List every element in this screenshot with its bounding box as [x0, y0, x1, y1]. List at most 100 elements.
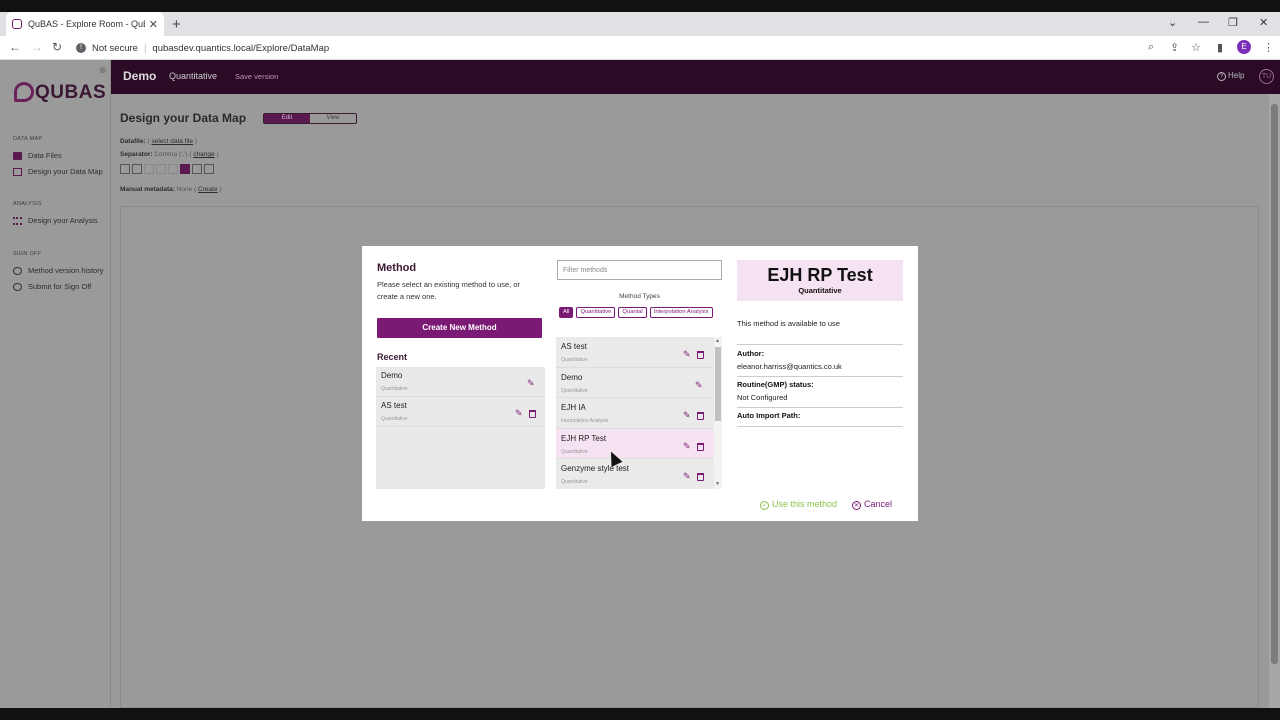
methods-scrollbar-thumb[interactable]: [715, 347, 721, 421]
browser-tab[interactable]: QuBAS - Explore Room - QuBAS ✕: [6, 12, 164, 36]
logo-mark-icon: [14, 82, 34, 102]
sidebar-item-submit-signoff[interactable]: Submit for Sign Off: [13, 282, 91, 291]
page-scrollbar-thumb[interactable]: [1271, 104, 1278, 664]
help-icon: ?: [1217, 72, 1226, 81]
method-name: Demo: [561, 372, 583, 382]
minimize-icon[interactable]: —: [1198, 16, 1209, 28]
list-item[interactable]: Demo Quantitative ✎: [376, 367, 545, 397]
browser-tab-title: QuBAS - Explore Room - QuBAS: [28, 19, 145, 29]
grid-icon[interactable]: [168, 164, 178, 174]
edit-pencil-icon[interactable]: ✎: [683, 410, 691, 421]
delete-trash-icon[interactable]: [697, 351, 704, 359]
method-name: EJH IA: [561, 403, 586, 412]
sidebar-item-design-data-map[interactable]: Design your Data Map: [13, 167, 103, 176]
detail-method-name: EJH RP Test: [767, 265, 873, 285]
edit-pencil-icon[interactable]: ✎: [683, 349, 691, 360]
side-panel-icon[interactable]: ▮: [1217, 41, 1223, 54]
datafile-paren-open: (: [147, 138, 150, 145]
select-data-file-link[interactable]: select data file: [151, 138, 193, 145]
routine-status-label: Routine(GMP) status:: [737, 380, 814, 389]
list-item[interactable]: Demo Quantitative ✎: [556, 367, 714, 398]
list-item[interactable]: AS test Quantitative ✎: [376, 397, 545, 427]
edit-pencil-icon[interactable]: ✎: [683, 471, 691, 482]
page-scrollbar[interactable]: [1269, 94, 1280, 708]
chip-all[interactable]: All: [559, 307, 574, 318]
method-name: Demo: [381, 371, 403, 380]
redo-icon[interactable]: [156, 164, 166, 174]
datafile-label: Datafile:: [120, 138, 146, 145]
image-icon[interactable]: [192, 164, 202, 174]
collapse-sidebar-icon[interactable]: ⊗: [99, 65, 107, 76]
method-types-label: Method Types: [619, 293, 660, 300]
zoom-out-icon[interactable]: [132, 164, 142, 174]
method-type: Quantitative: [561, 357, 588, 363]
edit-pencil-icon[interactable]: ✎: [515, 408, 523, 419]
author-value: eleanor.harriss@quantics.co.uk: [737, 362, 842, 371]
method-type-filters: All Quantitative Quantal Interpolation A…: [559, 307, 713, 318]
bookmark-star-icon[interactable]: ☆: [1191, 41, 1201, 54]
url-divider: |: [143, 42, 147, 54]
separator-label: Separator:: [120, 151, 153, 158]
sidebar-item-label: Design your Data Map: [28, 167, 103, 176]
user-avatar[interactable]: TU: [1259, 69, 1274, 84]
download-icon[interactable]: [204, 164, 214, 174]
edit-view-toggle[interactable]: Edit View: [263, 113, 357, 124]
delete-trash-icon[interactable]: [697, 442, 704, 451]
edit-pencil-icon[interactable]: ✎: [683, 441, 691, 452]
separator-paren-close: ): [216, 151, 219, 158]
new-tab-icon[interactable]: +: [172, 16, 181, 33]
change-separator-link[interactable]: change: [193, 151, 214, 158]
sidebar-item-method-history[interactable]: Method version history: [13, 266, 103, 275]
reload-icon[interactable]: ↻: [52, 40, 62, 54]
help-button[interactable]: ? Help: [1217, 71, 1244, 81]
edit-pencil-icon[interactable]: ✎: [695, 380, 703, 391]
use-this-method-label: Use this method: [772, 499, 838, 509]
use-this-method-button[interactable]: ✓ Use this method: [760, 499, 837, 510]
manual-metadata-value: None (: [176, 186, 197, 193]
cancel-button[interactable]: ✕ Cancel: [852, 499, 892, 510]
close-window-icon[interactable]: ✕: [1259, 16, 1268, 29]
availability-text: This method is available to use: [737, 319, 840, 328]
list-item[interactable]: EJH IA Interpolation Analysis ✎: [556, 398, 714, 429]
list-item[interactable]: AS test Quantitative ✎: [556, 337, 714, 368]
sidebar-item-data-files[interactable]: Data Files: [13, 151, 62, 160]
datafile-row: Datafile: ( select data file ): [120, 138, 197, 145]
folder-icon: [13, 151, 22, 160]
delete-trash-icon[interactable]: [529, 410, 536, 418]
undo-icon[interactable]: [144, 164, 154, 174]
tab-search-icon[interactable]: ⌄: [1168, 16, 1177, 29]
methods-list: AS test Quantitative ✎ Demo Quantitative…: [556, 337, 714, 489]
create-new-method-button[interactable]: Create New Method: [377, 318, 542, 338]
create-metadata-link[interactable]: Create: [198, 186, 218, 193]
methods-scrollbar[interactable]: ▲ ▼: [714, 337, 722, 489]
list-item[interactable]: Genzyme style test Quantitative ✎: [556, 459, 714, 489]
url-field[interactable]: ! Not secure | qubasdev.quantics.local/E…: [76, 39, 1168, 57]
filter-methods-input[interactable]: Filter methods: [557, 260, 722, 280]
back-icon[interactable]: ←: [9, 40, 21, 54]
separator-value: Comma (',') (: [154, 151, 192, 158]
edit-toggle[interactable]: Edit: [264, 114, 310, 123]
forward-icon[interactable]: →: [31, 40, 43, 54]
save-version-button[interactable]: Save version: [235, 72, 278, 81]
divider: [737, 344, 903, 345]
chip-quantitative[interactable]: Quantitative: [576, 307, 616, 318]
restore-icon[interactable]: ❐: [1228, 16, 1238, 29]
sidebar-item-label: Method version history: [28, 266, 104, 275]
scroll-down-icon[interactable]: ▼: [715, 481, 720, 487]
close-tab-icon[interactable]: ✕: [149, 18, 158, 31]
select-tool-icon[interactable]: [180, 164, 190, 174]
sidebar-item-design-analysis[interactable]: Design your Analysis: [13, 216, 98, 225]
delete-trash-icon[interactable]: [697, 412, 704, 420]
list-item-selected[interactable]: EJH RP Test Quantitative ✎: [556, 428, 714, 459]
zoom-icon[interactable]: ⌕: [1148, 41, 1154, 54]
browser-menu-icon[interactable]: ⋮: [1263, 41, 1274, 54]
chip-interpolation-analysis[interactable]: Interpolation Analysis: [649, 307, 713, 318]
zoom-in-icon[interactable]: [120, 164, 130, 174]
edit-pencil-icon[interactable]: ✎: [527, 378, 535, 389]
chip-quantal[interactable]: Quantal: [618, 307, 647, 318]
delete-trash-icon[interactable]: [697, 473, 704, 481]
view-toggle[interactable]: View: [310, 114, 356, 123]
share-icon[interactable]: ⇪: [1170, 41, 1179, 54]
browser-profile-avatar[interactable]: E: [1237, 40, 1251, 54]
scroll-up-icon[interactable]: ▲: [715, 338, 720, 344]
